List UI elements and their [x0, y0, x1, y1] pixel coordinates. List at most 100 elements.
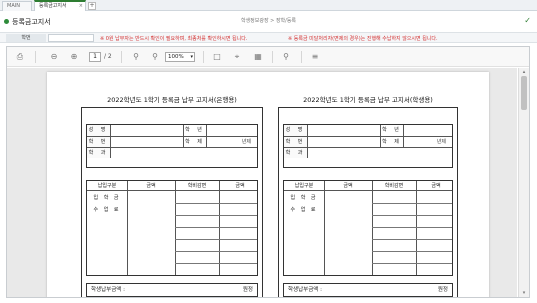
total-amount-unit: 원정: [242, 287, 253, 293]
student-info-table: 성 명 학 년 학 번 학 제 년제 학 과: [283, 124, 453, 168]
student-id-label: 학번: [6, 34, 46, 42]
fee-deduction-header: 학비감면: [384, 183, 404, 189]
add-tab-button[interactable]: +: [88, 2, 96, 10]
total-amount-unit: 원정: [437, 287, 448, 293]
table-row: 학 번 학 제 년제: [87, 136, 257, 147]
student-info-table: 성 명 학 년 학 번 학 제 년제 학 과: [86, 124, 258, 168]
student-id-input[interactable]: [48, 34, 94, 42]
search-bar: 학번 ※ 0원 납부자는 반드시 확인이 필요하며, 최종처를 확인하시면 됩니…: [0, 32, 537, 43]
student-id-label-cell: 학 번: [284, 137, 308, 147]
next-page-icon[interactable]: ⊕: [69, 52, 79, 62]
table-divider: [324, 181, 325, 275]
fee-type-header: 납입구분: [294, 183, 314, 189]
grade-label: 학 년: [183, 125, 207, 136]
fee-deduction-amount-header: 금액: [431, 183, 441, 189]
close-tab-icon[interactable]: ×: [79, 2, 83, 11]
slip-frame: 성 명 학 년 학 번 학 제 년제 학 과 납입구분 금액 학비감면 금액 입…: [278, 107, 458, 297]
zoom-in-icon[interactable]: ⚲: [150, 52, 160, 62]
page-number-input[interactable]: 1: [89, 52, 101, 62]
table-row: 학 과: [284, 147, 452, 158]
total-amount-row: 학생납부금액 : 원정: [86, 283, 258, 297]
confirm-check-icon[interactable]: ✓: [524, 16, 531, 25]
table-rule: [372, 251, 452, 252]
fee-row-admission: 입 학 금: [93, 195, 121, 201]
name-label: 성 명: [284, 125, 308, 136]
table-rule: [372, 227, 452, 228]
table-rule: [175, 263, 257, 264]
notice-exemption: ※ 등록금 미달처리자(면제의 경우)는 진행해 수납하지 않으시면 됩니다.: [288, 36, 438, 42]
tab-main[interactable]: MAIN: [2, 1, 32, 11]
name-label: 성 명: [87, 125, 111, 136]
grade-label: 학 년: [380, 125, 404, 136]
tab-bar: MAIN 등록금고지서 × +: [0, 0, 537, 11]
chevron-down-icon: ▾: [190, 54, 193, 60]
table-divider: [219, 181, 220, 275]
text-select-icon[interactable]: ▦: [253, 52, 263, 62]
fee-row-tuition: 수 업 료: [93, 207, 121, 213]
printer-icon[interactable]: ⎙: [15, 52, 25, 62]
scroll-down-icon[interactable]: ▾: [520, 290, 528, 296]
total-amount-label: 학생납부금액 :: [91, 287, 125, 293]
table-row: 성 명 학 년: [284, 125, 452, 136]
tab-tuition-notice[interactable]: 등록금고지서 ×: [34, 0, 86, 11]
table-divider: [175, 181, 176, 275]
toolbar-divider: [272, 51, 273, 63]
table-rule: [175, 251, 257, 252]
tab-main-label: MAIN: [7, 3, 20, 9]
slip-student-copy: 2022학년도 1학기 등록금 납부 고지서(학생용) 성 명 학 년 학 번 …: [278, 94, 458, 297]
fee-row-admission: 입 학 금: [290, 195, 318, 201]
table-rule: [372, 263, 452, 264]
table-rule: [372, 215, 452, 216]
notice-zero-payment: ※ 0원 납부자는 반드시 확인이 필요하며, 최종처를 확인하시면 됩니다.: [100, 36, 248, 42]
fee-type-header: 납입구분: [97, 183, 117, 189]
table-rule: [372, 203, 452, 204]
semester-label: 학 제: [380, 137, 404, 147]
find-icon[interactable]: ⚲: [281, 52, 291, 62]
slip-bank-copy: 2022학년도 1학기 등록금 납부 고지서(은행용) 성 명 학 년 학 번 …: [81, 94, 263, 297]
prev-page-icon[interactable]: ⊖: [49, 52, 59, 62]
table-row: 학 과: [87, 147, 257, 158]
document-viewer: ⎙ ⊖ ⊕ 1 / 2 ⚲ ⚲ 100% ▾ □ ⌖ ▦ ⚲ ≡ 2022학년도…: [6, 46, 530, 298]
toolbar-divider: [35, 51, 36, 63]
fee-row-tuition: 수 업 료: [290, 207, 318, 213]
page-header: 등록금고지서 학생정보광장 > 장학/등록 ✓: [0, 11, 537, 33]
viewer-toolbar: ⎙ ⊖ ⊕ 1 / 2 ⚲ ⚲ 100% ▾ □ ⌖ ▦ ⚲ ≡: [7, 47, 529, 67]
slip-title: 2022학년도 1학기 등록금 납부 고지서(학생용): [303, 96, 433, 104]
fee-table-header: 납입구분 금액 학비감면 금액: [87, 181, 257, 191]
fee-amount-header: 금액: [146, 183, 156, 189]
scroll-up-icon[interactable]: ▴: [520, 69, 528, 75]
fee-table: 납입구분 금액 학비감면 금액 입 학 금 수 업 료: [283, 180, 453, 276]
table-divider: [127, 181, 128, 275]
total-amount-label: 학생납부금액 :: [288, 287, 322, 293]
fee-deduction-amount-header: 금액: [235, 183, 245, 189]
menu-icon[interactable]: ≡: [310, 52, 320, 62]
tab-tuition-notice-label: 등록금고지서: [39, 3, 67, 9]
breadcrumb: 학생정보광장 > 장학/등록: [240, 18, 297, 24]
toolbar-divider: [301, 51, 302, 63]
toolbar-divider: [121, 51, 122, 63]
table-row: 학 번 학 제 년제: [284, 136, 452, 147]
table-rule: [175, 203, 257, 204]
document-page: 2022학년도 1학기 등록금 납부 고지서(은행용) 성 명 학 년 학 번 …: [47, 72, 489, 297]
scrollbar-thumb[interactable]: [521, 76, 527, 110]
zoom-out-icon[interactable]: ⚲: [131, 52, 141, 62]
fee-table: 납입구분 금액 학비감면 금액 입 학 금 수 업 료: [86, 180, 258, 276]
zoom-value: 100%: [168, 54, 184, 60]
department-label: 학 과: [87, 148, 111, 158]
total-amount-row: 학생납부금액 : 원정: [283, 283, 453, 297]
department-label: 학 과: [284, 148, 308, 158]
document-canvas[interactable]: 2022학년도 1학기 등록금 납부 고지서(은행용) 성 명 학 년 학 번 …: [7, 68, 517, 297]
fit-width-icon[interactable]: □: [212, 52, 222, 62]
vertical-scrollbar[interactable]: ▴ ▾: [518, 68, 529, 297]
slip-title: 2022학년도 1학기 등록금 납부 고지서(은행용): [107, 96, 237, 104]
crop-icon[interactable]: ⌖: [232, 52, 242, 62]
toolbar-divider: [203, 51, 204, 63]
zoom-select[interactable]: 100% ▾: [165, 52, 195, 62]
table-rule: [175, 215, 257, 216]
table-divider: [372, 181, 373, 275]
table-divider: [416, 181, 417, 275]
student-id-label-cell: 학 번: [87, 137, 111, 147]
table-rule: [372, 239, 452, 240]
table-rule: [175, 227, 257, 228]
fee-table-header: 납입구분 금액 학비감면 금액: [284, 181, 452, 191]
